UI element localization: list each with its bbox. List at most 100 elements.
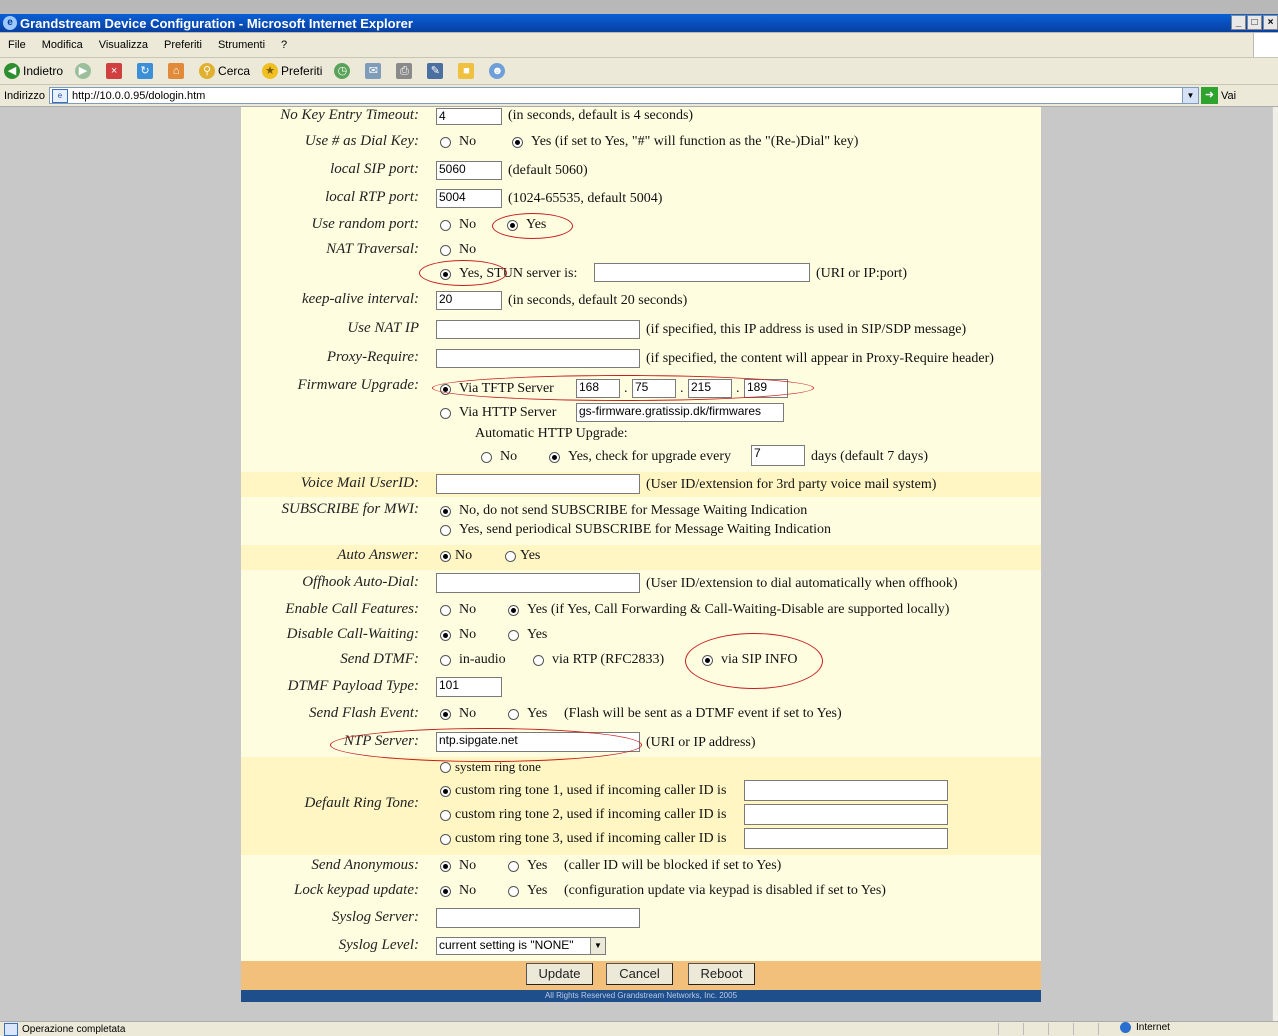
voicemail-input[interactable] [436,474,640,494]
messenger-button[interactable]: ☻ [485,63,508,79]
menu-tools[interactable]: Strumenti [210,39,273,51]
vertical-scrollbar[interactable] [1272,107,1278,1021]
page-icon: e [51,88,68,103]
dtmf-sipinfo-radio[interactable] [702,655,713,666]
flash-yes-radio[interactable] [508,709,519,720]
refresh-button[interactable]: ↻ [133,63,156,79]
firmware-tftp-radio[interactable] [440,384,451,395]
menu-file[interactable]: File [0,39,34,51]
dtmf-inaudio-radio[interactable] [440,655,451,666]
tftp-ip-octet-4[interactable]: 189 [744,379,788,398]
proxy-require-input[interactable] [436,349,640,368]
mail-button[interactable]: ✉ [361,63,384,79]
cancel-button[interactable]: Cancel [606,963,673,985]
menu-view[interactable]: Visualizza [91,39,156,51]
ring-custom1-radio[interactable] [440,786,451,797]
maximize-button[interactable]: □ [1247,15,1262,30]
search-button[interactable]: ⚲ Cerca [195,63,250,79]
ring-custom2-radio[interactable] [440,810,451,821]
ring-custom2-input[interactable] [744,804,948,825]
lock-keypad-no-radio[interactable] [440,886,451,897]
stun-server-input[interactable] [594,263,810,282]
use-hash-yes-radio[interactable] [512,137,523,148]
nat-no-radio[interactable] [440,245,451,256]
address-url: http://10.0.0.95/dologin.htm [71,89,206,102]
call-features-yes-radio[interactable] [508,605,519,616]
auto-upgrade-yes-radio[interactable] [549,452,560,463]
back-button[interactable]: ◀ Indietro [0,63,63,79]
stop-button[interactable]: × [102,63,125,79]
local-rtp-port-input[interactable]: 5004 [436,189,502,208]
anon-yes-radio[interactable] [508,861,519,872]
dtmf-rtp-label: via RTP (RFC2833) [552,652,665,667]
windows-logo-icon [1253,33,1278,57]
close-button[interactable]: × [1263,15,1278,30]
address-dropdown-icon[interactable]: ▼ [1181,88,1198,103]
dtmf-sipinfo-label: via SIP INFO [721,652,798,667]
offhook-dial-input[interactable] [436,573,640,593]
http-server-input[interactable]: gs-firmware.gratissip.dk/firmwares [576,403,784,422]
address-label: Indirizzo [4,89,45,102]
ring-custom3-input[interactable] [744,828,948,849]
history-button[interactable]: ◷ [330,63,353,79]
use-hash-no-radio[interactable] [440,137,451,148]
lock-keypad-yes-radio[interactable] [508,886,519,897]
anon-no-radio[interactable] [440,861,451,872]
syslog-level-select[interactable]: current setting is "NONE" ▼ [436,937,606,955]
random-port-no-radio[interactable] [440,220,451,231]
auto-upgrade-no-radio[interactable] [481,452,492,463]
local-sip-port-input[interactable]: 5060 [436,161,502,180]
firmware-tftp-label: Via TFTP Server [459,381,554,396]
favorites-button[interactable]: ★ Preferiti [258,63,322,79]
ring-custom1-input[interactable] [744,780,948,801]
ntp-input[interactable]: ntp.sipgate.net [436,732,640,752]
firmware-http-label: Via HTTP Server [459,405,557,420]
row-send-dtmf: Send DTMF: in-audio via RTP (RFC2833) vi… [241,651,1041,671]
tftp-ip-octet-2[interactable]: 75 [632,379,676,398]
forward-button[interactable]: ▶ [71,63,94,79]
messenger-icon: ☻ [489,63,506,79]
go-button[interactable]: ➜ Vai [1200,87,1236,104]
address-input[interactable]: e http://10.0.0.95/dologin.htm ▼ [48,87,1199,104]
globe-icon [1120,1022,1131,1033]
ring-custom3-radio[interactable] [440,834,451,845]
edit-button[interactable]: ✎ [423,63,446,79]
disable-cw-yes-radio[interactable] [508,630,519,641]
disable-cw-no-radio[interactable] [440,630,451,641]
nat-ip-label: Use NAT IP [347,320,419,336]
nat-stun-radio[interactable] [440,269,451,280]
tftp-ip-octet-1[interactable]: 168 [576,379,620,398]
print-button[interactable]: ⎙ [392,63,415,79]
minimize-button[interactable]: _ [1231,15,1246,30]
flash-no-radio[interactable] [440,709,451,720]
keepalive-input[interactable]: 20 [436,291,502,310]
update-button[interactable]: Update [526,963,593,985]
offhook-dial-label: Offhook Auto-Dial: [302,574,419,590]
status-segment [1023,1023,1044,1035]
ring-system-radio[interactable] [440,762,451,773]
tftp-ip-octet-3[interactable]: 215 [688,379,732,398]
auto-answer-yes-radio[interactable] [505,551,516,562]
call-features-no-radio[interactable] [440,605,451,616]
firmware-http-radio[interactable] [440,408,451,419]
dtmf-payload-input[interactable]: 101 [436,677,502,697]
address-bar: Indirizzo e http://10.0.0.95/dologin.htm… [0,85,1278,107]
row-offhook-dial: Offhook Auto-Dial: (User ID/extension to… [241,572,1041,594]
row-syslog-server: Syslog Server: [241,907,1041,929]
reboot-button[interactable]: Reboot [688,963,755,985]
chevron-down-icon: ▼ [590,938,605,954]
menu-help[interactable]: ? [273,39,295,51]
menu-edit[interactable]: Modifica [34,39,91,51]
random-port-yes-radio[interactable] [507,220,518,231]
auto-answer-no-radio[interactable] [440,551,451,562]
no-key-timeout-input[interactable]: 4 [436,108,502,125]
menu-favorites[interactable]: Preferiti [156,39,210,51]
home-button[interactable]: ⌂ [164,63,187,79]
syslog-server-input[interactable] [436,908,640,928]
nat-ip-input[interactable] [436,320,640,339]
mwi-no-radio[interactable] [440,506,451,517]
mwi-yes-radio[interactable] [440,525,451,536]
dtmf-rtp-radio[interactable] [533,655,544,666]
folder-button[interactable]: ■ [454,63,477,79]
upgrade-days-input[interactable]: 7 [751,445,805,466]
